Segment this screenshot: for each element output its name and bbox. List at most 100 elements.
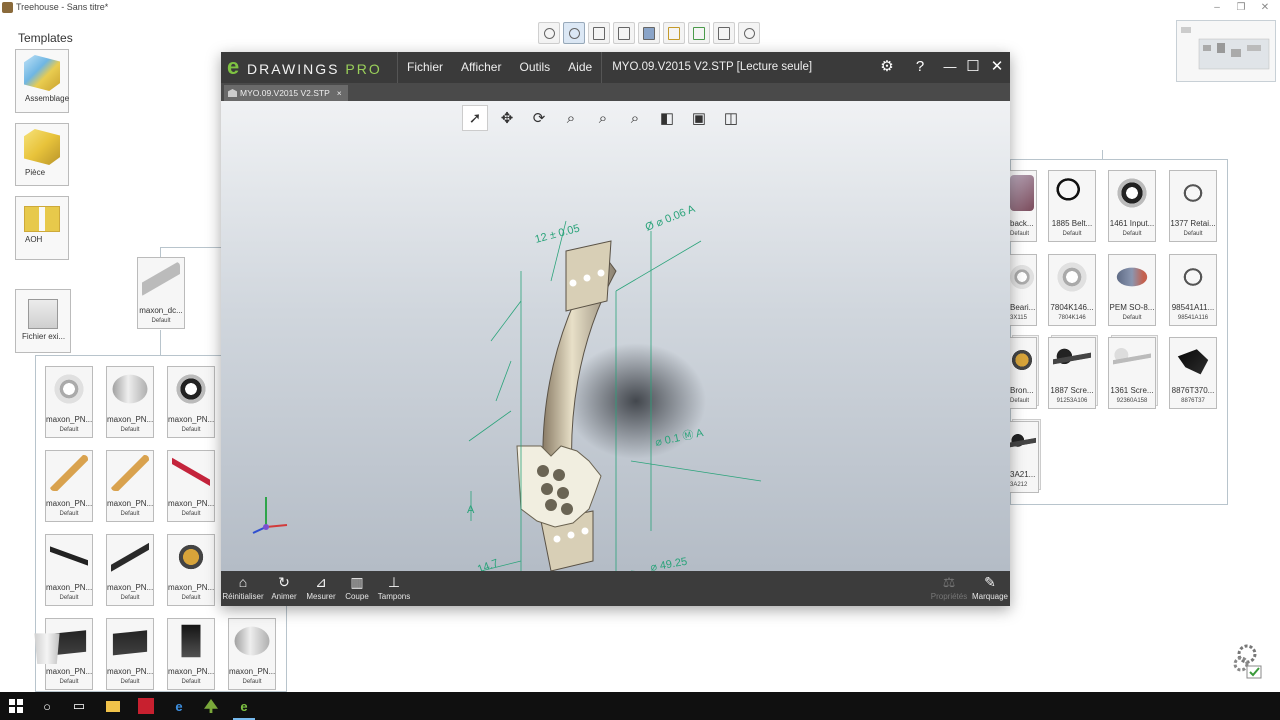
windows-start-icon[interactable] — [5, 695, 27, 717]
menu-afficher[interactable]: Afficher — [452, 52, 510, 83]
node-label: maxon_PN... — [168, 499, 214, 508]
template-assembly[interactable]: Assemblage — [15, 49, 69, 113]
markup-button[interactable]: ✎ Marquage — [970, 572, 1010, 606]
treehouse-icon[interactable] — [200, 695, 222, 717]
tree-node[interactable]: maxon_PN... Default — [167, 450, 215, 522]
template-part[interactable]: Pièce — [15, 123, 69, 186]
tree-node[interactable]: 8876T370... 8876T37 — [1169, 337, 1217, 409]
part-thumbnail — [111, 455, 149, 491]
tree-node[interactable]: 1885 Belt... Default — [1048, 170, 1096, 242]
tree-node[interactable]: maxon_PN... Default — [45, 366, 93, 438]
settings-gear-icon[interactable] — [1231, 642, 1265, 680]
document-tabbar: MYO.09.V2015 V2.STP × — [221, 83, 1010, 101]
menu-outils[interactable]: Outils — [510, 52, 559, 83]
tree-node[interactable]: maxon_PN... Default — [106, 618, 154, 690]
tree-node[interactable]: 1361 Scre... 92360A158 — [1108, 335, 1158, 409]
node-label: 1361 Scre... — [1110, 386, 1154, 395]
part-thumbnail — [50, 371, 88, 407]
tree-node[interactable]: maxon_PN... Default — [167, 366, 215, 438]
tree-node[interactable]: maxon_PN... Default — [167, 534, 215, 606]
properties-button[interactable]: ⚖ Propriétés — [929, 572, 969, 606]
measure-button[interactable]: ⊿ Mesurer — [303, 572, 339, 606]
tree-node[interactable]: maxon_PN... Default — [106, 534, 154, 606]
maximize-button[interactable]: ☐ — [962, 56, 984, 78]
part-thumbnail — [172, 371, 210, 407]
tool-label: Marquage — [971, 592, 1009, 601]
zoom-fit-icon[interactable] — [538, 22, 560, 44]
node-config: Default — [181, 427, 201, 433]
new-document-icon[interactable] — [588, 22, 610, 44]
animate-button[interactable]: ↻ Animer — [267, 572, 301, 606]
close-button[interactable]: ✕ — [986, 56, 1008, 78]
close-button[interactable]: ✕ — [1252, 0, 1278, 16]
tree-node[interactable]: Beari... 3X115 — [1009, 254, 1037, 326]
settings-icon[interactable]: ⚙ — [876, 56, 898, 78]
tree-node[interactable]: maxon_PN... Default — [106, 450, 154, 522]
minimize-button[interactable]: — — [939, 56, 961, 78]
tab-close-icon[interactable]: × — [337, 88, 342, 98]
tree-node[interactable]: 1461 Input... Default — [1108, 170, 1156, 242]
window-title: Treehouse - Sans titre* — [16, 2, 109, 12]
tree-icon[interactable] — [663, 22, 685, 44]
template-existing-file[interactable]: Fichier exi... — [15, 289, 71, 353]
print-icon[interactable] — [713, 22, 735, 44]
template-aoh[interactable]: AOH — [15, 196, 69, 260]
search-icon[interactable]: ○ — [36, 695, 58, 717]
tree-node[interactable]: maxon_PN... Default — [45, 450, 93, 522]
save-icon[interactable] — [638, 22, 660, 44]
tree-node[interactable]: back... Default — [1009, 170, 1037, 242]
tree-node[interactable]: Bron... Default — [1009, 335, 1039, 409]
solidworks-icon[interactable] — [135, 695, 157, 717]
node-config: 3X115 — [1010, 315, 1027, 321]
section-icon: ▥ — [350, 574, 364, 590]
edrawings-icon[interactable]: e — [233, 695, 255, 720]
annotation-1: Ø ⌀ 0.06 A — [644, 203, 698, 234]
menu-fichier[interactable]: Fichier — [398, 52, 452, 83]
section-button[interactable]: ▥ Coupe — [341, 572, 373, 606]
minimize-button[interactable]: – — [1204, 0, 1230, 16]
help-button[interactable]: ? — [909, 56, 931, 78]
part-thumbnail — [1053, 175, 1091, 211]
trash-icon[interactable] — [34, 633, 60, 664]
node-config: Default — [120, 679, 140, 685]
animate-icon: ↻ — [278, 574, 290, 590]
tree-node[interactable]: maxon_PN... Default — [45, 534, 93, 606]
node-label: maxon_PN... — [46, 667, 92, 676]
tree-connector — [160, 247, 222, 248]
tree-node[interactable]: 1887 Scre... 91253A106 — [1048, 335, 1098, 409]
part-thumbnail — [181, 624, 201, 658]
help-icon[interactable] — [738, 22, 760, 44]
file-explorer-icon[interactable] — [102, 695, 124, 717]
task-view-icon[interactable]: ▭ — [68, 695, 90, 717]
folder-glyph — [106, 700, 120, 712]
tree-node[interactable]: 3A21... 3A212 — [1009, 419, 1041, 493]
reset-button[interactable]: ⌂ Réinitialiser — [221, 572, 265, 606]
menu-aide[interactable]: Aide — [559, 52, 601, 83]
restore-button[interactable]: ❐ — [1228, 0, 1254, 16]
stamps-button[interactable]: ⊥ Tampons — [375, 572, 413, 606]
edge-icon[interactable]: e — [168, 695, 190, 717]
refresh-icon[interactable] — [688, 22, 710, 44]
open-folder-icon[interactable] — [613, 22, 635, 44]
node-config: Default — [181, 679, 201, 685]
tree-node[interactable]: 1377 Retai... Default — [1169, 170, 1217, 242]
tree-node[interactable]: maxon_PN... Default — [228, 618, 276, 690]
windows-taskbar: ○ ▭ e e — [0, 692, 1280, 720]
tree-node-root[interactable]: maxon_dc... Default — [137, 257, 185, 329]
node-config: 91253A106 — [1056, 398, 1088, 404]
tree-node[interactable]: maxon_PN... Default — [167, 618, 215, 690]
tree-node[interactable]: 98541A11... 98541A116 — [1169, 254, 1217, 326]
tree-node[interactable]: 7804K146... 7804K146 — [1048, 254, 1096, 326]
tool-label: Tampons — [377, 592, 411, 601]
tree-node[interactable]: PEM SO-8... Default — [1108, 254, 1156, 326]
tool-label: Coupe — [345, 592, 369, 601]
part-icon — [24, 129, 60, 165]
overview-minimap[interactable] — [1176, 20, 1276, 82]
3d-viewport[interactable]: ➚ ✥ ⟳ ⌕ ⌕ ⌕ ◧ ▣ ◫ Ø ⌀ 0.06 A 12 ± 0.05 ⌀… — [221, 101, 1010, 571]
node-label: maxon_PN... — [46, 415, 92, 424]
flange-hole — [541, 483, 553, 495]
tree-node[interactable]: maxon_PN... Default — [106, 366, 154, 438]
zoom-area-icon[interactable] — [563, 22, 585, 44]
treehouse-titlebar: Treehouse - Sans titre* – ❐ ✕ — [0, 0, 1280, 16]
document-tab[interactable]: MYO.09.V2015 V2.STP × — [224, 85, 348, 101]
